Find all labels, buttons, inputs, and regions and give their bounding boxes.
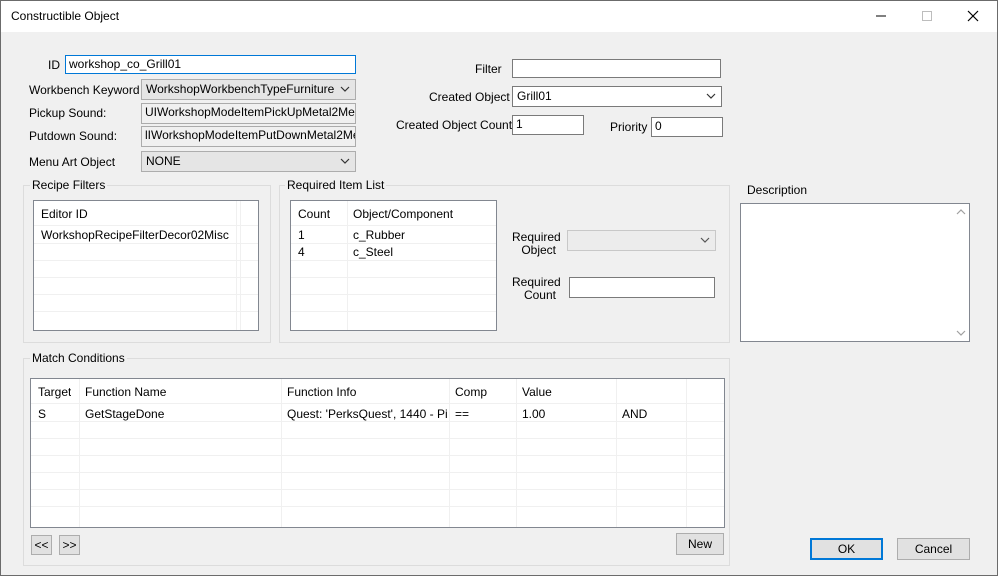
created-object-count-input[interactable]: 1	[512, 115, 584, 135]
table-row-function[interactable]: GetStageDone	[85, 407, 164, 421]
required-object-label-line1: Required	[512, 230, 561, 244]
recipe-filters-list[interactable]: Editor ID WorkshopRecipeFilterDecor02Mis…	[33, 200, 259, 331]
chevron-down-icon	[340, 86, 350, 92]
title-bar: Constructible Object	[0, 0, 998, 32]
pickup-sound-field[interactable]: UIWorkshopModeItemPickUpMetal2Medium	[141, 103, 356, 124]
required-count-label-line1: Required	[512, 275, 561, 289]
id-input[interactable]: workshop_co_Grill01	[65, 55, 356, 74]
priority-label: Priority	[610, 120, 648, 134]
required-count-input[interactable]	[569, 277, 715, 298]
filter-input[interactable]	[512, 59, 721, 78]
table-row-logic[interactable]: AND	[622, 407, 647, 421]
close-icon	[967, 10, 979, 22]
ok-button[interactable]: OK	[810, 538, 883, 560]
window-title: Constructible Object	[11, 9, 120, 23]
created-object-value: Grill01	[517, 89, 552, 103]
previous-button[interactable]: <<	[31, 535, 52, 555]
scroll-down-icon[interactable]	[955, 328, 967, 338]
editor-id-header[interactable]: Editor ID	[41, 207, 88, 221]
menu-art-select[interactable]: NONE	[141, 151, 356, 172]
description-textarea[interactable]	[740, 203, 970, 342]
table-row-info[interactable]: Quest: 'PerksQuest', 1440 - Pic...	[287, 407, 447, 421]
menu-art-label: Menu Art Object	[29, 155, 116, 169]
minimize-icon	[876, 15, 886, 17]
description-label: Description	[747, 183, 808, 197]
list-item[interactable]: WorkshopRecipeFilterDecor02Misc	[41, 228, 229, 242]
id-label: ID	[48, 58, 60, 72]
table-row-count[interactable]: 4	[298, 245, 305, 259]
match-conditions-table[interactable]: Target Function Name Function Info Comp …	[30, 378, 725, 528]
pickup-sound-label: Pickup Sound:	[29, 106, 107, 120]
table-row-object[interactable]: c_Steel	[353, 245, 393, 259]
created-object-select[interactable]: Grill01	[512, 86, 722, 107]
match-conditions-label: Match Conditions	[30, 351, 127, 365]
minimize-button[interactable]	[858, 0, 904, 32]
filter-label: Filter	[475, 62, 502, 76]
required-object-select[interactable]	[567, 230, 716, 251]
chevron-down-icon	[706, 93, 716, 99]
close-button[interactable]	[950, 0, 996, 32]
cancel-button[interactable]: Cancel	[897, 538, 970, 560]
table-row-object[interactable]: c_Rubber	[353, 228, 405, 242]
workbench-keyword-value: WorkshopWorkbenchTypeFurniture	[146, 82, 335, 96]
new-condition-button[interactable]: New	[676, 533, 724, 555]
menu-art-value: NONE	[146, 154, 181, 168]
required-items-list[interactable]: Count Object/Component 1 c_Rubber 4 c_St…	[290, 200, 497, 331]
table-row-count[interactable]: 1	[298, 228, 305, 242]
maximize-icon	[922, 11, 932, 21]
object-component-header[interactable]: Object/Component	[353, 207, 453, 221]
required-count-label-line2: Count	[523, 288, 556, 302]
priority-input[interactable]: 0	[651, 117, 723, 137]
recipe-filters-label: Recipe Filters	[30, 178, 108, 192]
value-header[interactable]: Value	[522, 385, 552, 399]
required-items-label: Required Item List	[285, 178, 387, 192]
chevron-down-icon	[340, 158, 350, 164]
comp-header[interactable]: Comp	[455, 385, 487, 399]
required-object-label-line2: Object	[521, 243, 556, 257]
created-object-label: Created Object	[429, 90, 510, 104]
scroll-up-icon[interactable]	[955, 207, 967, 217]
function-name-header[interactable]: Function Name	[85, 385, 166, 399]
putdown-sound-label: Putdown Sound:	[29, 129, 118, 143]
table-row-target[interactable]: S	[38, 407, 46, 421]
created-object-count-label: Created Object Count	[396, 118, 513, 132]
next-button[interactable]: >>	[59, 535, 80, 555]
function-info-header[interactable]: Function Info	[287, 385, 356, 399]
chevron-down-icon	[700, 237, 710, 243]
table-row-value[interactable]: 1.00	[522, 407, 545, 421]
workbench-keyword-label: Workbench Keyword	[29, 83, 140, 97]
workbench-keyword-select[interactable]: WorkshopWorkbenchTypeFurniture	[141, 79, 356, 100]
count-header[interactable]: Count	[298, 207, 330, 221]
target-header[interactable]: Target	[38, 385, 71, 399]
putdown-sound-field[interactable]: lIWorkshopModeItemPutDownMetal2Medium	[141, 126, 356, 147]
maximize-button[interactable]	[904, 0, 950, 32]
table-row-comp[interactable]: ==	[455, 407, 469, 421]
